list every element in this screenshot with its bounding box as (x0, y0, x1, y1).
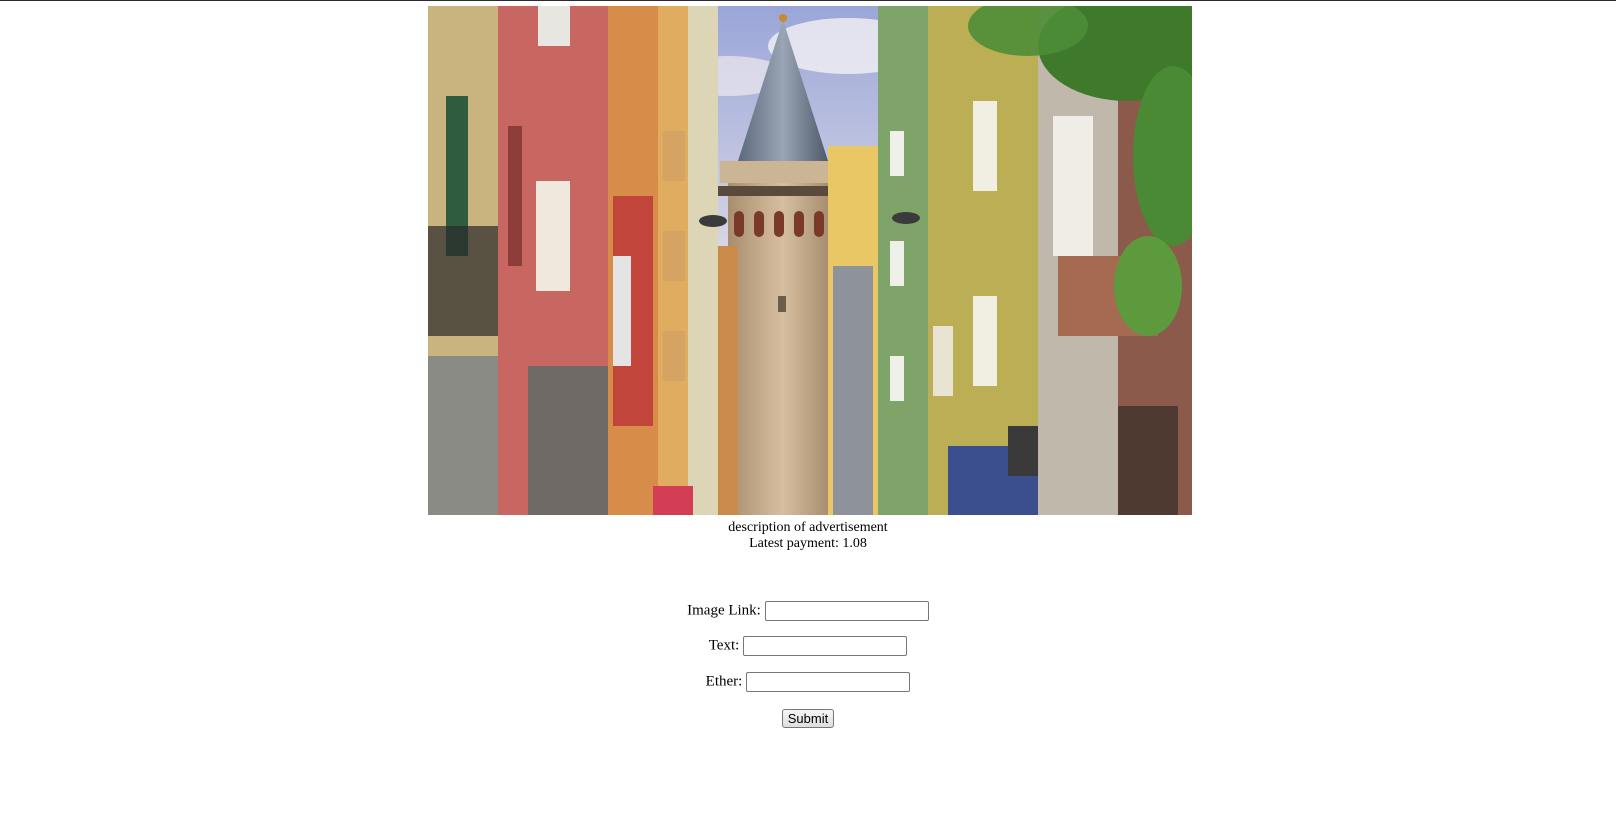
submit-button[interactable]: Submit (781, 709, 835, 728)
top-border (0, 0, 1616, 1)
image-link-label: Image Link: (687, 602, 761, 619)
ether-row: Ether: (0, 672, 1616, 692)
advertisement-image (428, 6, 1192, 515)
text-label: Text: (708, 637, 740, 654)
image-link-input[interactable] (764, 601, 929, 621)
text-row: Text: (0, 636, 1616, 656)
latest-payment: Latest payment: 1.08 (749, 536, 867, 551)
ether-label: Ether: (705, 673, 743, 690)
image-link-row: Image Link: (0, 601, 1616, 621)
text-input[interactable] (743, 636, 908, 656)
ad-description: description of advertisement (728, 520, 888, 535)
submit-row: Submit (0, 709, 1616, 728)
ether-input[interactable] (746, 672, 911, 692)
